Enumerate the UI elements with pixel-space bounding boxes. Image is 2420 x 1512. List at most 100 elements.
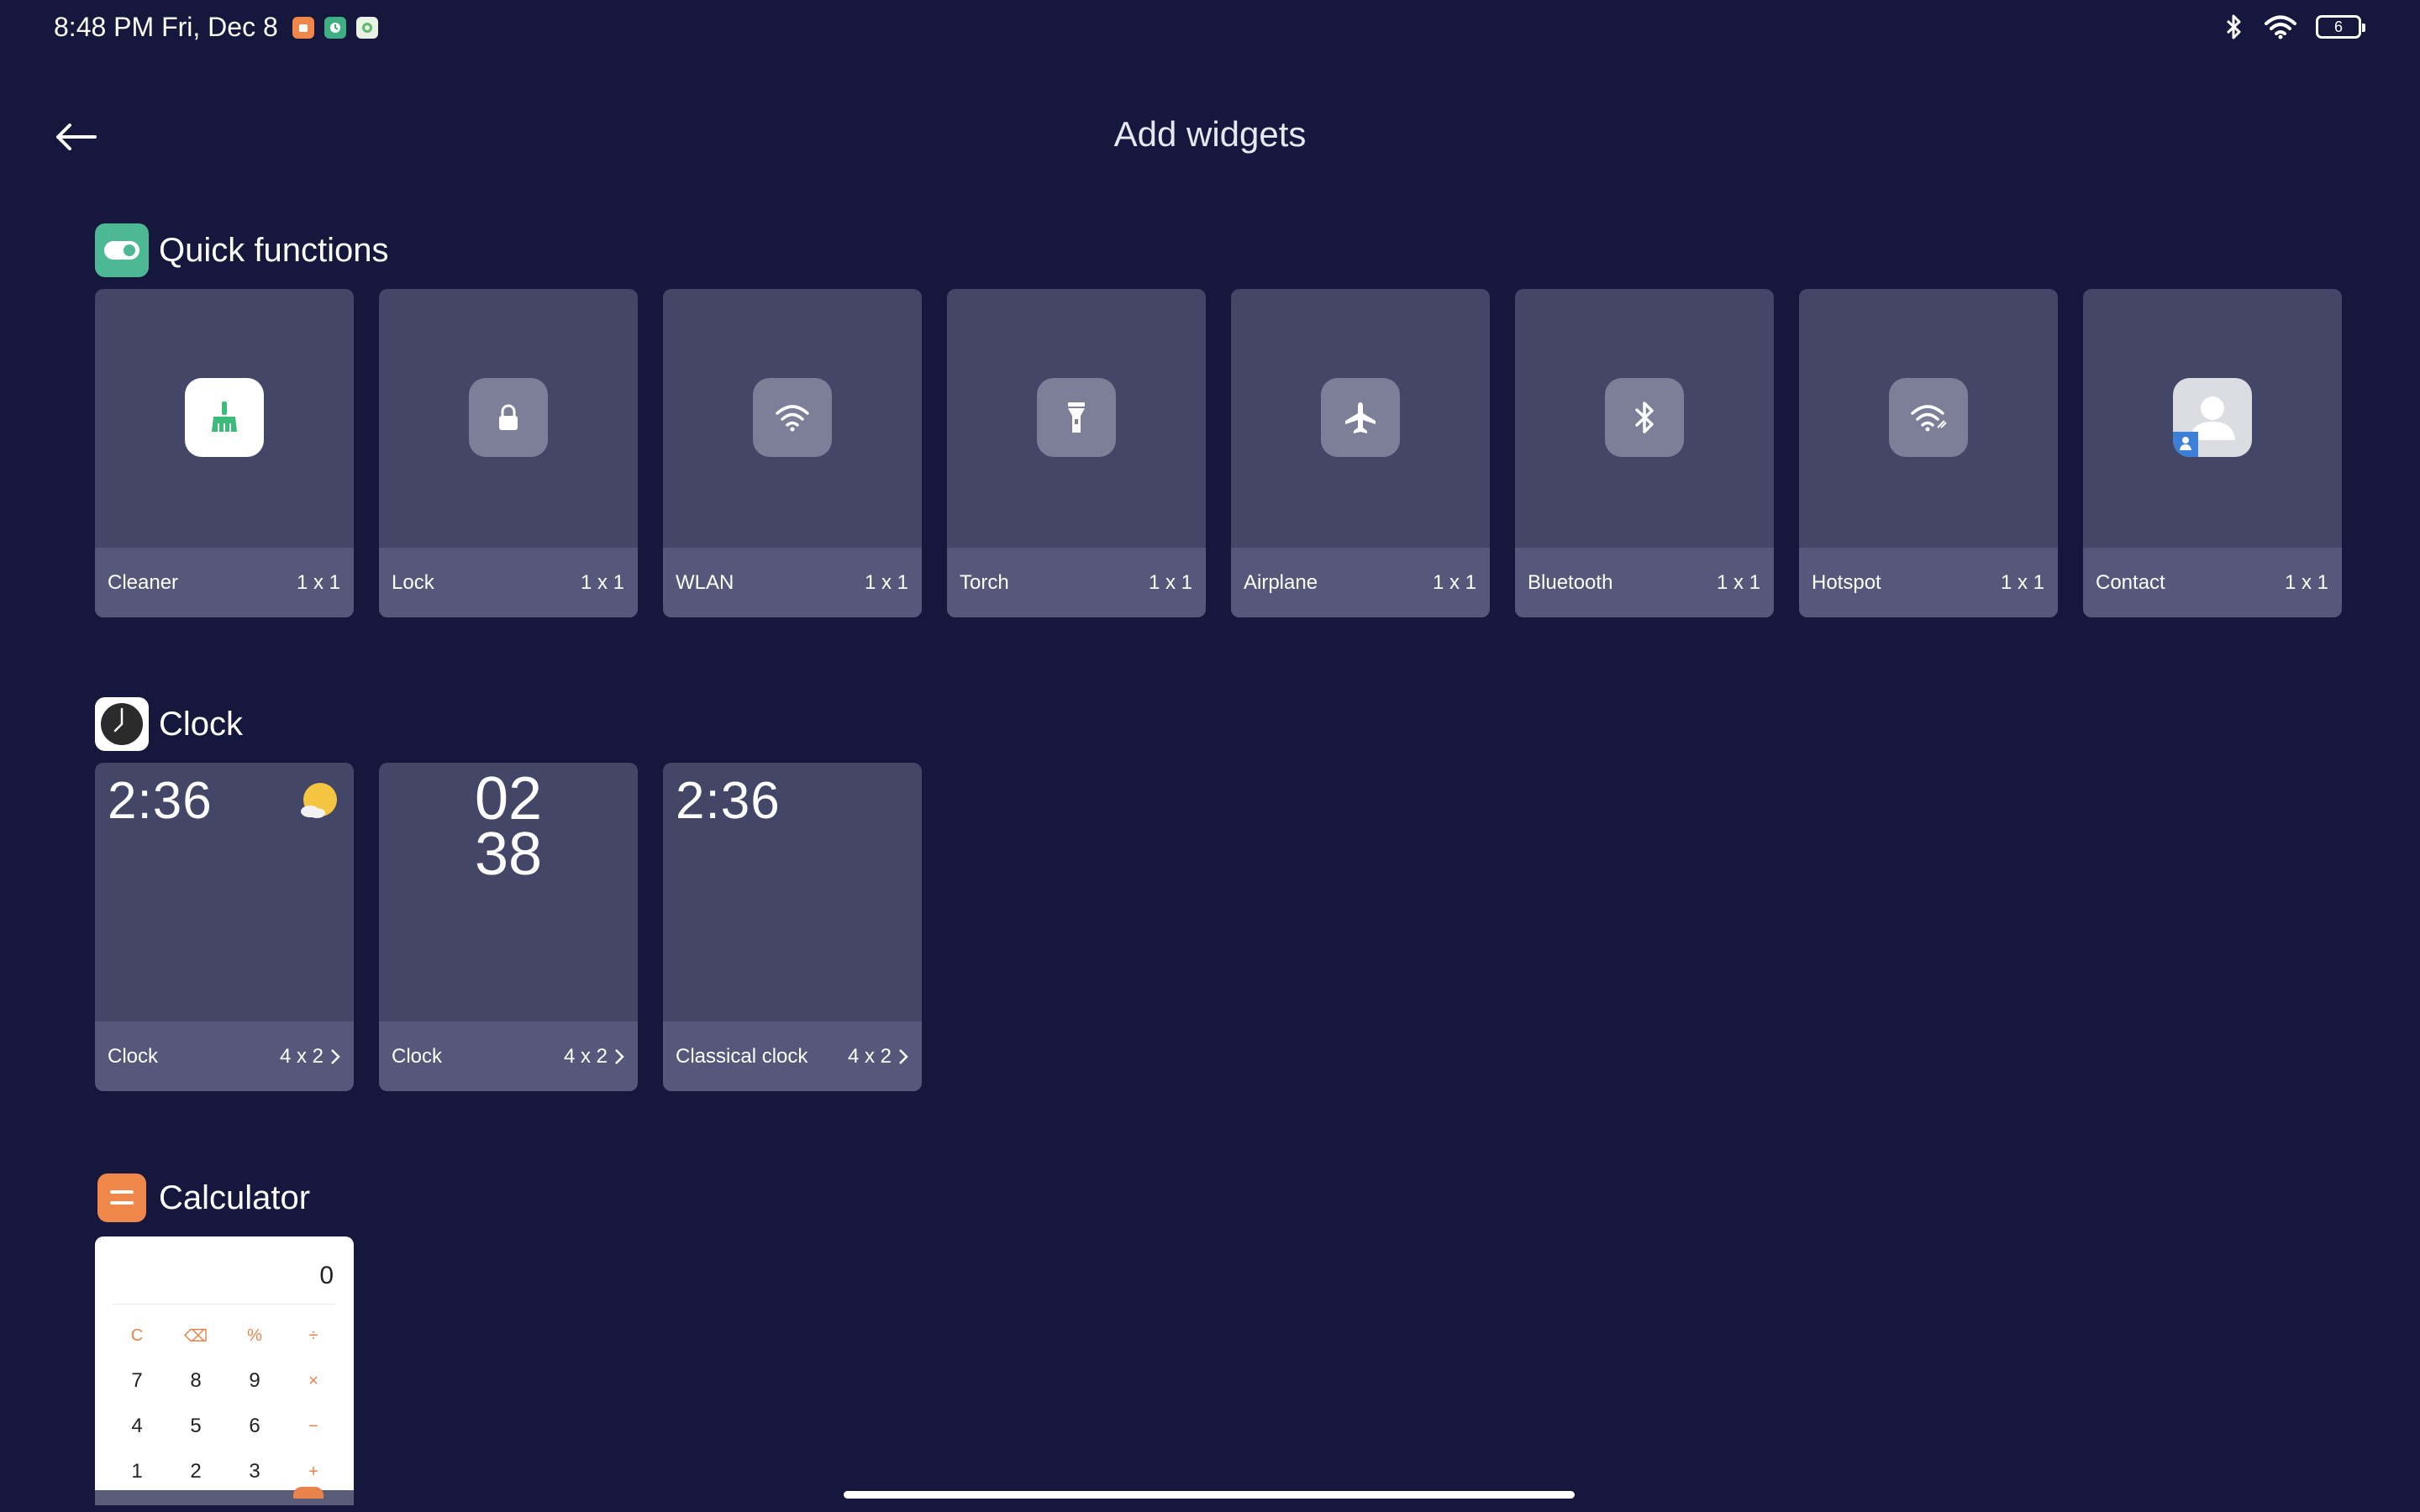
bluetooth-icon — [2226, 14, 2241, 39]
widget-size: 1 x 1 — [296, 570, 340, 594]
clock-preview-hour: 02 — [474, 765, 543, 832]
section-quick-functions: Quick functions Cleaner 1 x 1 Lock 1 x 1… — [95, 223, 2342, 617]
section-title: Quick functions — [159, 231, 389, 269]
widget-footer: Airplane 1 x 1 — [1231, 548, 1490, 617]
section-header: Calculator — [95, 1171, 354, 1225]
clock-preview-time: 2:36 — [108, 772, 213, 830]
widget-card-airplane[interactable]: Airplane 1 x 1 — [1231, 289, 1490, 617]
toggle-icon — [95, 223, 149, 277]
bluetooth-icon — [1605, 378, 1684, 457]
widget-card-bluetooth[interactable]: Bluetooth 1 x 1 — [1515, 289, 1774, 617]
widget-label: Bluetooth — [1528, 570, 1613, 594]
widget-footer: Clock 4 x 2 — [95, 1021, 354, 1091]
widget-card-calculator[interactable]: 0 C ⌫ % ÷ 7 8 9 × 4 5 6 − 1 2 3 + — [95, 1236, 354, 1505]
widget-footer: Torch 1 x 1 — [947, 548, 1206, 617]
widget-preview — [1515, 289, 1774, 548]
widget-card-classical-clock[interactable]: 2:36 Classical clock 4 x 2 — [663, 763, 922, 1091]
calc-key-2: 2 — [190, 1460, 202, 1483]
widget-list: Cleaner 1 x 1 Lock 1 x 1 WLAN 1 x 1 Torc… — [95, 289, 2342, 617]
calc-key-backspace: ⌫ — [183, 1326, 208, 1346]
clock-notification-icon — [324, 17, 346, 39]
widget-size: 1 x 1 — [1432, 570, 1476, 594]
clock-icon — [95, 697, 149, 751]
calc-key-3: 3 — [249, 1460, 260, 1483]
widget-preview — [947, 289, 1206, 548]
flashlight-icon — [1037, 378, 1116, 457]
widget-label: Hotspot — [1812, 570, 1881, 594]
section-title: Clock — [159, 705, 244, 743]
widget-label: Torch — [960, 570, 1009, 594]
battery-icon: 6 — [2316, 15, 2365, 39]
broom-icon — [185, 378, 264, 457]
widget-card-wlan[interactable]: WLAN 1 x 1 — [663, 289, 922, 617]
widget-size: 4 x 2 — [847, 1044, 892, 1068]
widget-card-cleaner[interactable]: Cleaner 1 x 1 — [95, 289, 354, 617]
widget-preview — [379, 289, 638, 548]
calc-key-5: 5 — [190, 1415, 202, 1437]
widget-footer: Lock 1 x 1 — [379, 548, 638, 617]
contact-icon — [2173, 378, 2252, 457]
widget-footer: Cleaner 1 x 1 — [95, 548, 354, 617]
clock-preview-minute: 38 — [474, 821, 543, 888]
widget-preview: 2:36 — [95, 763, 354, 1021]
clock-preview-time: 2:36 — [676, 772, 781, 830]
widget-footer: Hotspot 1 x 1 — [1799, 548, 2058, 617]
status-time: 8:48 PM Fri, Dec 8 — [54, 12, 278, 42]
calculator-icon — [97, 1173, 146, 1222]
status-right-icons: 6 — [2223, 13, 2365, 40]
calc-key-9: 9 — [249, 1369, 260, 1392]
widget-preview — [1799, 289, 2058, 548]
widget-size: 4 x 2 — [563, 1044, 608, 1068]
widget-list: 2:36 Clock 4 x 2 02 38 Clock 4 x 2 2:36 … — [95, 763, 922, 1091]
hotspot-icon — [1889, 378, 1968, 457]
widget-size: 1 x 1 — [2284, 570, 2328, 594]
section-clock: Clock 2:36 Clock 4 x 2 02 38 Clock 4 x 2… — [95, 697, 922, 1091]
widget-card-clock-vertical[interactable]: 02 38 Clock 4 x 2 — [379, 763, 638, 1091]
widget-label: Classical clock — [676, 1044, 808, 1068]
widget-size: 1 x 1 — [580, 570, 624, 594]
widget-card-clock[interactable]: 2:36 Clock 4 x 2 — [95, 763, 354, 1091]
divider — [113, 1304, 335, 1305]
widget-card-torch[interactable]: Torch 1 x 1 — [947, 289, 1206, 617]
widget-label: WLAN — [676, 570, 734, 594]
clock-preview-vertical: 02 38 — [379, 765, 638, 888]
calc-key-minus: − — [308, 1416, 318, 1436]
page-title: Add widgets — [1113, 114, 1307, 154]
wifi-icon — [753, 378, 832, 457]
widget-preview — [1231, 289, 1490, 548]
widget-preview — [95, 289, 354, 548]
widget-card-contact[interactable]: Contact 1 x 1 — [2083, 289, 2342, 617]
widget-size: 4 x 2 — [279, 1044, 324, 1068]
status-bar: 8:48 PM Fri, Dec 8 6 — [0, 0, 2420, 57]
widget-preview — [663, 289, 922, 548]
wifi-icon — [2265, 15, 2296, 39]
calc-key-percent: % — [247, 1326, 262, 1345]
lock-icon — [469, 378, 548, 457]
widget-preview: 2:36 — [663, 763, 922, 1021]
chevron-right-icon — [899, 1048, 908, 1064]
weather-icon — [301, 783, 337, 818]
app-notification-icon — [356, 17, 378, 39]
calc-key-6: 6 — [249, 1415, 260, 1437]
widget-size-link: 4 x 2 — [564, 1045, 624, 1068]
calculator-keypad: C ⌫ % ÷ 7 8 9 × 4 5 6 − 1 2 3 + — [108, 1317, 343, 1490]
chevron-right-icon — [615, 1048, 624, 1064]
widget-size: 1 x 1 — [2000, 570, 2044, 594]
widget-label: Clock — [392, 1044, 443, 1068]
widget-card-lock[interactable]: Lock 1 x 1 — [379, 289, 638, 617]
widget-preview — [2083, 289, 2342, 548]
widget-card-hotspot[interactable]: Hotspot 1 x 1 — [1799, 289, 2058, 617]
app-notification-icon — [292, 17, 314, 39]
calc-key-8: 8 — [190, 1369, 202, 1392]
widget-footer: WLAN 1 x 1 — [663, 548, 922, 617]
notification-icons — [292, 17, 378, 39]
calculator-display: 0 — [319, 1262, 334, 1289]
widget-label: Airplane — [1244, 570, 1318, 594]
section-title: Calculator — [159, 1179, 311, 1216]
home-indicator[interactable] — [844, 1491, 1575, 1499]
chevron-right-icon — [331, 1048, 340, 1064]
widget-footer: Bluetooth 1 x 1 — [1515, 548, 1774, 617]
widget-footer: Clock 4 x 2 — [379, 1021, 638, 1091]
widget-size-link: 4 x 2 — [848, 1045, 908, 1068]
widget-label: Cleaner — [108, 570, 179, 594]
